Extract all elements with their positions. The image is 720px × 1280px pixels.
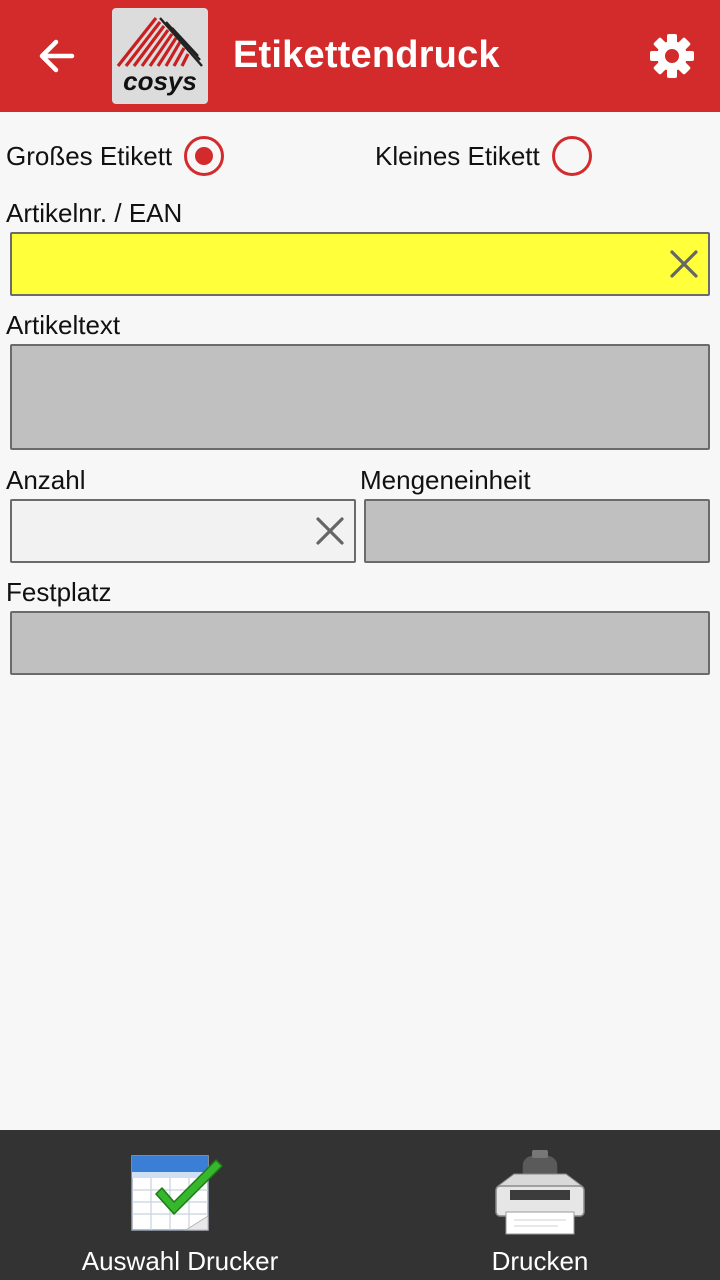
radio-large-label[interactable]: Großes Etikett [6, 134, 225, 178]
settings-button[interactable] [646, 30, 698, 82]
close-icon [316, 517, 344, 545]
back-button[interactable] [28, 30, 84, 82]
bottom-bar: Auswahl Drucker Drucken [0, 1130, 720, 1280]
clear-article-number-button[interactable] [664, 244, 704, 284]
quantity-input[interactable] [12, 501, 354, 561]
app-bar: cosys Etikettendruck [0, 0, 720, 112]
table-checkmark-icon [131, 1155, 223, 1231]
clear-quantity-button[interactable] [310, 511, 350, 551]
location-field [10, 611, 710, 675]
radio-small-label-text: Kleines Etikett [375, 140, 540, 171]
location-label: Festplatz [6, 577, 112, 607]
article-text-field [10, 344, 710, 450]
article-text-label: Artikeltext [6, 310, 121, 340]
arrow-back-icon [39, 39, 75, 73]
print-label: Drucken [491, 1246, 589, 1276]
select-printer-button[interactable]: Auswahl Drucker [0, 1130, 360, 1280]
radio-small-label[interactable]: Kleines Etikett [375, 134, 592, 178]
article-number-field[interactable] [10, 232, 710, 296]
logo-text: cosys [123, 66, 197, 96]
radio-large-label-text: Großes Etikett [6, 140, 173, 171]
gear-icon [650, 34, 694, 78]
cosys-logo: cosys [112, 8, 208, 104]
printer-icon [495, 1150, 585, 1235]
radio-button-unchecked[interactable] [551, 136, 592, 176]
quantity-field[interactable] [10, 499, 356, 563]
close-icon [670, 250, 698, 278]
select-printer-label: Auswahl Drucker [81, 1246, 279, 1276]
quantity-label: Anzahl [6, 465, 86, 495]
print-button[interactable]: Drucken [360, 1130, 720, 1280]
unit-field [364, 499, 710, 563]
unit-label: Mengeneinheit [360, 465, 531, 495]
radio-button-checked[interactable] [184, 136, 225, 176]
article-number-label: Artikelnr. / EAN [6, 198, 183, 228]
article-number-input[interactable] [12, 234, 708, 294]
page-title: Etikettendruck [233, 34, 500, 76]
